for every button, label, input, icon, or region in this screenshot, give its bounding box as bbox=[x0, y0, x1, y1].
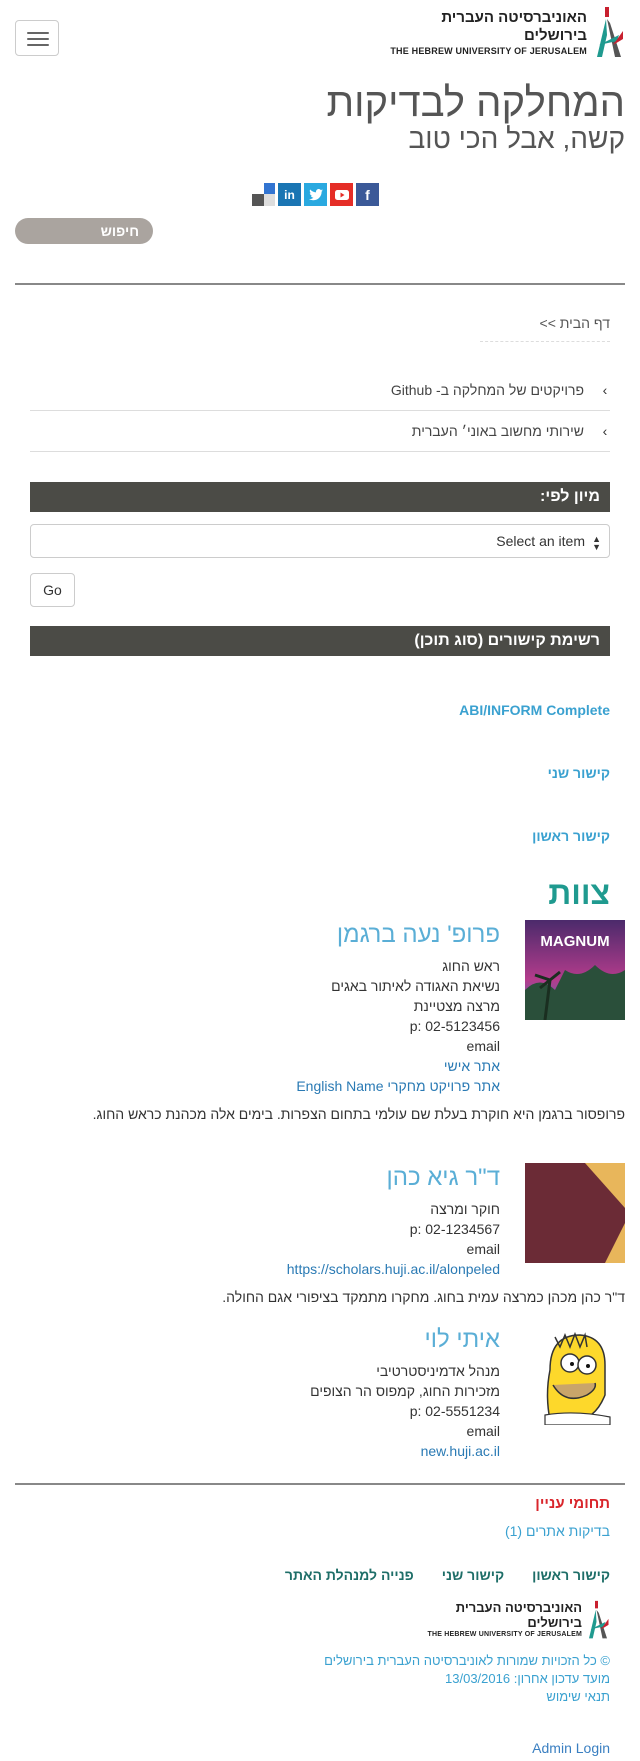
member-website-link[interactable]: new.huji.ac.il bbox=[15, 1441, 500, 1461]
member-photo bbox=[525, 1325, 625, 1425]
logo-text-en: THE HEBREW UNIVERSITY OF JERUSALEM bbox=[427, 1631, 582, 1638]
member-name[interactable]: ד"ר גיא כהן bbox=[15, 1163, 500, 1193]
site-slogan: קשה, אבל הכי טוב bbox=[408, 123, 625, 154]
interest-link[interactable]: בדיקות אתרים (1) bbox=[505, 1523, 610, 1539]
member-website-link[interactable]: https://scholars.huji.ac.il/alonpeled bbox=[15, 1259, 500, 1279]
social-share-bar: in f bbox=[252, 183, 379, 206]
breadcrumb-home-link[interactable]: דף הבית >> bbox=[540, 315, 610, 331]
links-block-title: רשימת קישורים (סוג תוכן) bbox=[30, 626, 610, 656]
sort-block-title: מיון לפי: bbox=[30, 482, 610, 512]
admin-login-link[interactable]: Admin Login bbox=[532, 1740, 610, 1756]
member-role: מנהל אדמיניסטרטיבי bbox=[376, 1363, 500, 1379]
site-title[interactable]: המחלקה לבדיקות bbox=[326, 80, 625, 126]
menu-toggle-button[interactable] bbox=[15, 20, 59, 56]
go-button[interactable]: Go bbox=[30, 573, 75, 607]
footer-menu: קישור ראשון קישור שני פנייה למנהלת האתר bbox=[285, 1567, 610, 1583]
huji-logo-icon bbox=[589, 1600, 609, 1639]
chevron-left-icon: › bbox=[602, 423, 608, 439]
member-description: ד"ר כהן מכהן כמרצה עמית בחוג. מחקרו מתמק… bbox=[222, 1289, 625, 1305]
team-member: איתי לוי מנהל אדמיניסטרטיבי מזכירות החוג… bbox=[15, 1325, 625, 1475]
resource-link[interactable]: קישור ראשון bbox=[532, 828, 610, 844]
youtube-icon[interactable] bbox=[330, 183, 353, 206]
member-phone: p: 02-5551234 bbox=[409, 1403, 500, 1419]
team-title: צוות bbox=[548, 875, 610, 911]
delicious-icon[interactable] bbox=[252, 183, 275, 206]
last-updated-text: מועד עדכון אחרון: 13/03/2016 bbox=[445, 1671, 610, 1686]
team-member: ד"ר גיא כהן חוקר ומרצה p: 02-1234567 ema… bbox=[15, 1163, 625, 1323]
header-divider bbox=[15, 283, 625, 285]
external-link-github[interactable]: › פרויקטים של המחלקה ב- Github bbox=[30, 370, 610, 411]
member-email[interactable]: email bbox=[15, 1421, 500, 1441]
interests-title: תחומי עניין bbox=[535, 1495, 610, 1512]
logo-text-he: האוניברסיטה העברית בירושלים bbox=[455, 1600, 582, 1630]
footer-link-second[interactable]: קישור שני bbox=[442, 1567, 504, 1583]
member-phone: p: 02-1234567 bbox=[409, 1221, 500, 1237]
footer-university-logo[interactable]: האוניברסיטה העברית בירושלים THE HEBREW U… bbox=[410, 1598, 610, 1642]
member-photo bbox=[525, 1163, 625, 1263]
external-links-list: › פרויקטים של המחלקה ב- Github › שירותי … bbox=[30, 370, 610, 452]
hamburger-icon bbox=[27, 32, 49, 34]
university-logo[interactable]: האוניברסיטה העברית בירושלים THE HEBREW U… bbox=[385, 5, 625, 60]
member-description: פרופסור ברגמן היא חוקרת בעלת שם עולמי בת… bbox=[92, 1106, 625, 1122]
facebook-icon[interactable]: f bbox=[356, 183, 379, 206]
chevron-left-icon: › bbox=[602, 382, 608, 398]
terms-link[interactable]: תנאי שימוש bbox=[546, 1688, 610, 1705]
member-role: מרצה מצטיינת bbox=[413, 998, 500, 1014]
photo-caption: MAGNUM bbox=[540, 933, 609, 950]
logo-text-en: THE HEBREW UNIVERSITY OF JERUSALEM bbox=[390, 45, 587, 56]
member-role: נשיאת האגודה לאיתור באגים bbox=[331, 978, 500, 994]
footer-divider bbox=[15, 1483, 625, 1485]
external-link-computing[interactable]: › שירותי מחשוב באוני׳ העברית bbox=[30, 411, 610, 452]
copyright-text: © כל הזכויות שמורות לאוניברסיטה העברית ב… bbox=[324, 1653, 610, 1668]
sort-select[interactable]: Select an item ▲ ▼ bbox=[30, 524, 610, 558]
member-role: מזכירות החוג, קמפוס הר הצופים bbox=[310, 1383, 500, 1399]
member-website-link[interactable]: אתר אישי bbox=[15, 1056, 500, 1076]
resource-link[interactable]: קישור שני bbox=[548, 765, 610, 781]
huji-logo-icon bbox=[597, 7, 623, 57]
external-link-label: שירותי מחשוב באוני׳ העברית bbox=[411, 423, 584, 439]
member-role: ראש החוג bbox=[442, 958, 500, 974]
member-project-link[interactable]: אתר פרויקט מחקרי English Name bbox=[15, 1076, 500, 1096]
logo-text-he: האוניברסיטה העברית בירושלים bbox=[441, 8, 587, 44]
member-photo: MAGNUM bbox=[525, 920, 625, 1020]
member-name[interactable]: איתי לוי bbox=[15, 1325, 501, 1355]
breadcrumb[interactable]: דף הבית >> bbox=[480, 315, 610, 342]
external-link-label: פרויקטים של המחלקה ב- Github bbox=[390, 382, 584, 398]
team-member: MAGNUM פרופ' נעה ברגמן ראש החוג נשיאת הא… bbox=[15, 920, 625, 1150]
search-button[interactable]: חיפוש bbox=[15, 218, 153, 244]
member-phone: p: 02-5123456 bbox=[409, 1018, 500, 1034]
site-header: האוניברסיטה העברית בירושלים THE HEBREW U… bbox=[0, 0, 640, 70]
search-label: חיפוש bbox=[100, 223, 139, 239]
linkedin-icon[interactable]: in bbox=[278, 183, 301, 206]
select-arrows-icon: ▲ ▼ bbox=[592, 534, 601, 552]
footer-link-first[interactable]: קישור ראשון bbox=[532, 1567, 610, 1583]
member-name[interactable]: פרופ' נעה ברגמן bbox=[15, 920, 500, 950]
twitter-icon[interactable] bbox=[304, 183, 327, 206]
footer-link-contact[interactable]: פנייה למנהלת האתר bbox=[285, 1567, 414, 1583]
member-role: חוקר ומרצה bbox=[430, 1201, 500, 1217]
member-email[interactable]: email bbox=[15, 1036, 500, 1056]
sort-select-value: Select an item bbox=[496, 533, 585, 549]
member-email[interactable]: email bbox=[15, 1239, 500, 1259]
resource-link[interactable]: ABI/INFORM Complete bbox=[459, 702, 610, 718]
